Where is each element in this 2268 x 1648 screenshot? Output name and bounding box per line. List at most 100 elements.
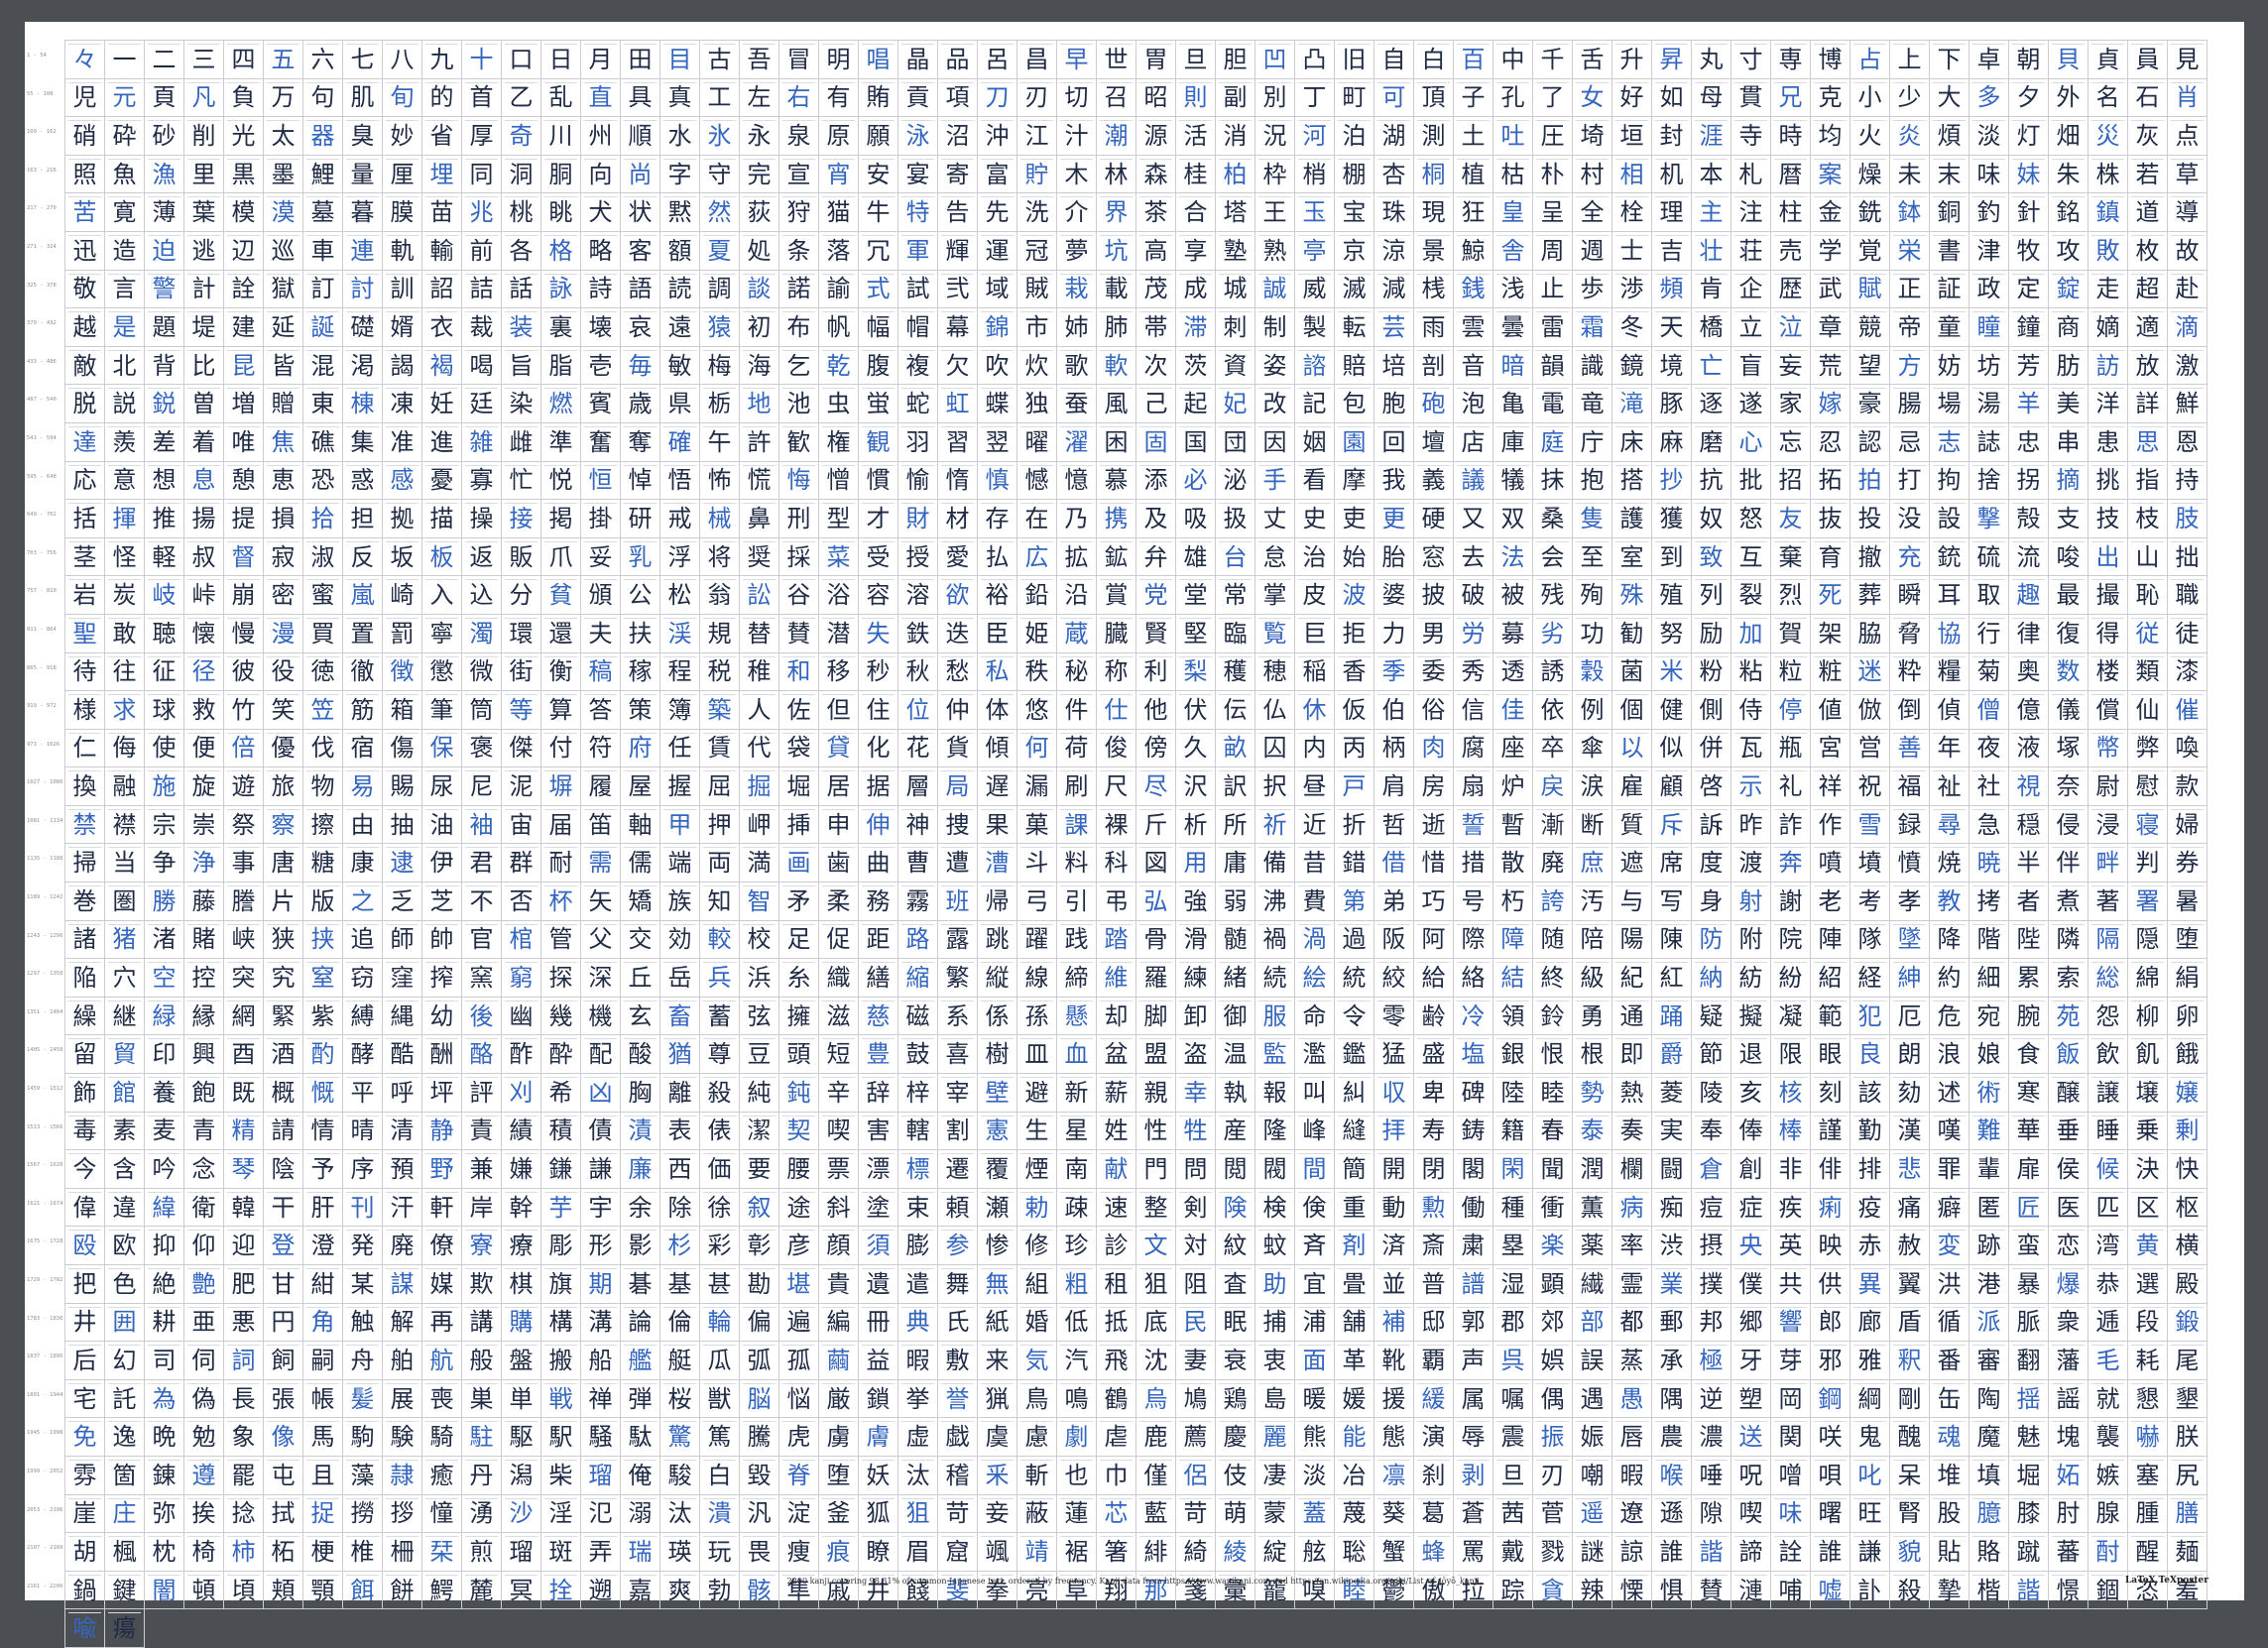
kanji-cell: 離 (660, 1074, 700, 1113)
kanji-cell: 虹 (938, 385, 978, 423)
kanji-cell: 麦 (145, 1112, 184, 1151)
kanji-cell: 桃 (502, 193, 541, 232)
kanji-cell: 候 (2089, 1150, 2128, 1189)
kanji-cell: 石 (2128, 78, 2168, 118)
kanji-cell: 績 (502, 1112, 541, 1151)
kanji-cell: 牲 (1176, 1112, 1216, 1151)
kanji-cell: 営 (1850, 729, 1890, 768)
kanji-cell: 刃 (1533, 1456, 1573, 1495)
kanji-cell: 宴 (898, 155, 938, 194)
kanji-cell: 界 (1097, 193, 1136, 232)
kanji-cell: 圏 (105, 883, 145, 921)
kanji-cell: 薦 (1176, 1418, 1216, 1457)
kanji-cell: 単 (502, 1379, 541, 1419)
kanji-cell: 着 (184, 422, 224, 462)
kanji-cell: 財 (898, 500, 938, 538)
kanji-cell: 鹿 (1136, 1418, 1176, 1457)
kanji-cell: 未 (1890, 155, 1930, 194)
kanji-cell: 迷 (1850, 652, 1890, 692)
kanji-cell: 汁 (1057, 117, 1097, 156)
kanji-cell: 恐 (303, 461, 343, 501)
kanji-cell: 掌 (1255, 576, 1295, 615)
kanji-cell: 逸 (105, 1418, 145, 1457)
kanji-cell: 騎 (422, 1418, 462, 1457)
kanji-cell: 絹 (2168, 959, 2208, 998)
kanji-cell: 事 (224, 844, 264, 883)
row-range-label: 163 - 216 (27, 167, 57, 174)
kanji-cell: 朝 (2009, 41, 2049, 79)
kanji-cell: 挑 (2089, 461, 2128, 501)
kanji-cell: 蓋 (1295, 1494, 1335, 1534)
kanji-cell: 酔 (541, 1035, 581, 1075)
row-range-label: 1081 - 1134 (27, 817, 63, 824)
kanji-cell: 糖 (303, 844, 343, 883)
kanji-cell: 靖 (1017, 1533, 1057, 1572)
kanji-cell: 強 (1176, 883, 1216, 921)
kanji-cell: 旨 (502, 346, 541, 386)
kanji-cell: 称 (1097, 652, 1136, 692)
kanji-cell: 港 (1970, 1265, 2009, 1304)
row-range-label: 1621 - 1674 (27, 1200, 63, 1207)
kanji-cell: 凡 (184, 78, 224, 118)
kanji-cell: 量 (343, 155, 383, 194)
kanji-cell: 漫 (264, 614, 303, 653)
kanji-cell: 椅 (184, 1533, 224, 1572)
kanji-cell: 俊 (1097, 729, 1136, 768)
kanji-cell: 拐 (2009, 461, 2049, 501)
kanji-cell: 株 (2089, 155, 2128, 194)
kanji-cell: 球 (145, 691, 184, 730)
kanji-cell: 唆 (2049, 537, 2089, 577)
kanji-cell: 率 (1612, 1227, 1652, 1265)
kanji-cell: 茜 (1493, 1494, 1533, 1534)
kanji-cell: 阻 (1176, 1265, 1216, 1304)
kanji-cell: 座 (1493, 729, 1533, 768)
kanji-cell: 択 (1255, 767, 1295, 806)
kanji-cell: 類 (2128, 652, 2168, 692)
kanji-cell: 人 (740, 691, 779, 730)
kanji-cell: 思 (2128, 422, 2168, 462)
kanji-cell: 堂 (1176, 576, 1216, 615)
kanji-cell: 早 (1057, 41, 1097, 79)
kanji-cell: 審 (1970, 1342, 2009, 1380)
kanji-cell: 嵐 (343, 576, 383, 615)
kanji-cell: 泣 (1771, 308, 1811, 347)
kanji-cell: 見 (2168, 41, 2208, 79)
kanji-cell: 治 (1295, 537, 1335, 577)
kanji-cell: 勘 (740, 1265, 779, 1304)
kanji-cell: 詩 (581, 270, 621, 309)
kanji-cell: 棚 (1335, 155, 1374, 194)
kanji-cell: 妊 (422, 385, 462, 423)
kanji-cell: 築 (700, 691, 740, 730)
kanji-cell: 乙 (502, 78, 541, 118)
kanji-cell: 格 (541, 231, 581, 271)
kanji-cell: 猛 (1374, 1035, 1414, 1075)
kanji-cell: 紙 (978, 1303, 1017, 1343)
kanji-cell: 併 (1692, 729, 1731, 768)
kanji-cell: 甚 (700, 1265, 740, 1304)
kanji-cell: 秘 (1057, 652, 1097, 692)
kanji-cell: 学 (1811, 231, 1850, 271)
kanji-cell: 代 (740, 729, 779, 768)
kanji-cell: 膝 (2009, 1494, 2049, 1534)
kanji-cell: 各 (502, 231, 541, 271)
kanji-cell: 妙 (383, 117, 422, 156)
kanji-cell: 七 (343, 41, 383, 79)
kanji-cell: 絵 (1295, 959, 1335, 998)
kanji-cell: 述 (1930, 1074, 1970, 1113)
kanji-cell: 柿 (224, 1533, 264, 1572)
kanji-cell: 塀 (541, 767, 581, 806)
kanji-cell: 沸 (1255, 883, 1295, 921)
kanji-cell: 巣 (462, 1379, 502, 1419)
kanji-cell: 苑 (2049, 997, 2089, 1036)
kanji-cell: 寝 (2128, 805, 2168, 845)
kanji-cell: 神 (898, 805, 938, 845)
kanji-cell: 衛 (184, 1188, 224, 1228)
kanji-cell: 馬 (303, 1418, 343, 1457)
kanji-cell: 冷 (1454, 997, 1493, 1036)
kanji-cell: 好 (1612, 78, 1652, 118)
kanji-cell: 賦 (1850, 270, 1890, 309)
kanji-cell: 繊 (1573, 1265, 1612, 1304)
kanji-cell: 里 (184, 155, 224, 194)
kanji-cell: 楼 (2089, 652, 2128, 692)
kanji-cell: 閥 (1255, 1150, 1295, 1189)
